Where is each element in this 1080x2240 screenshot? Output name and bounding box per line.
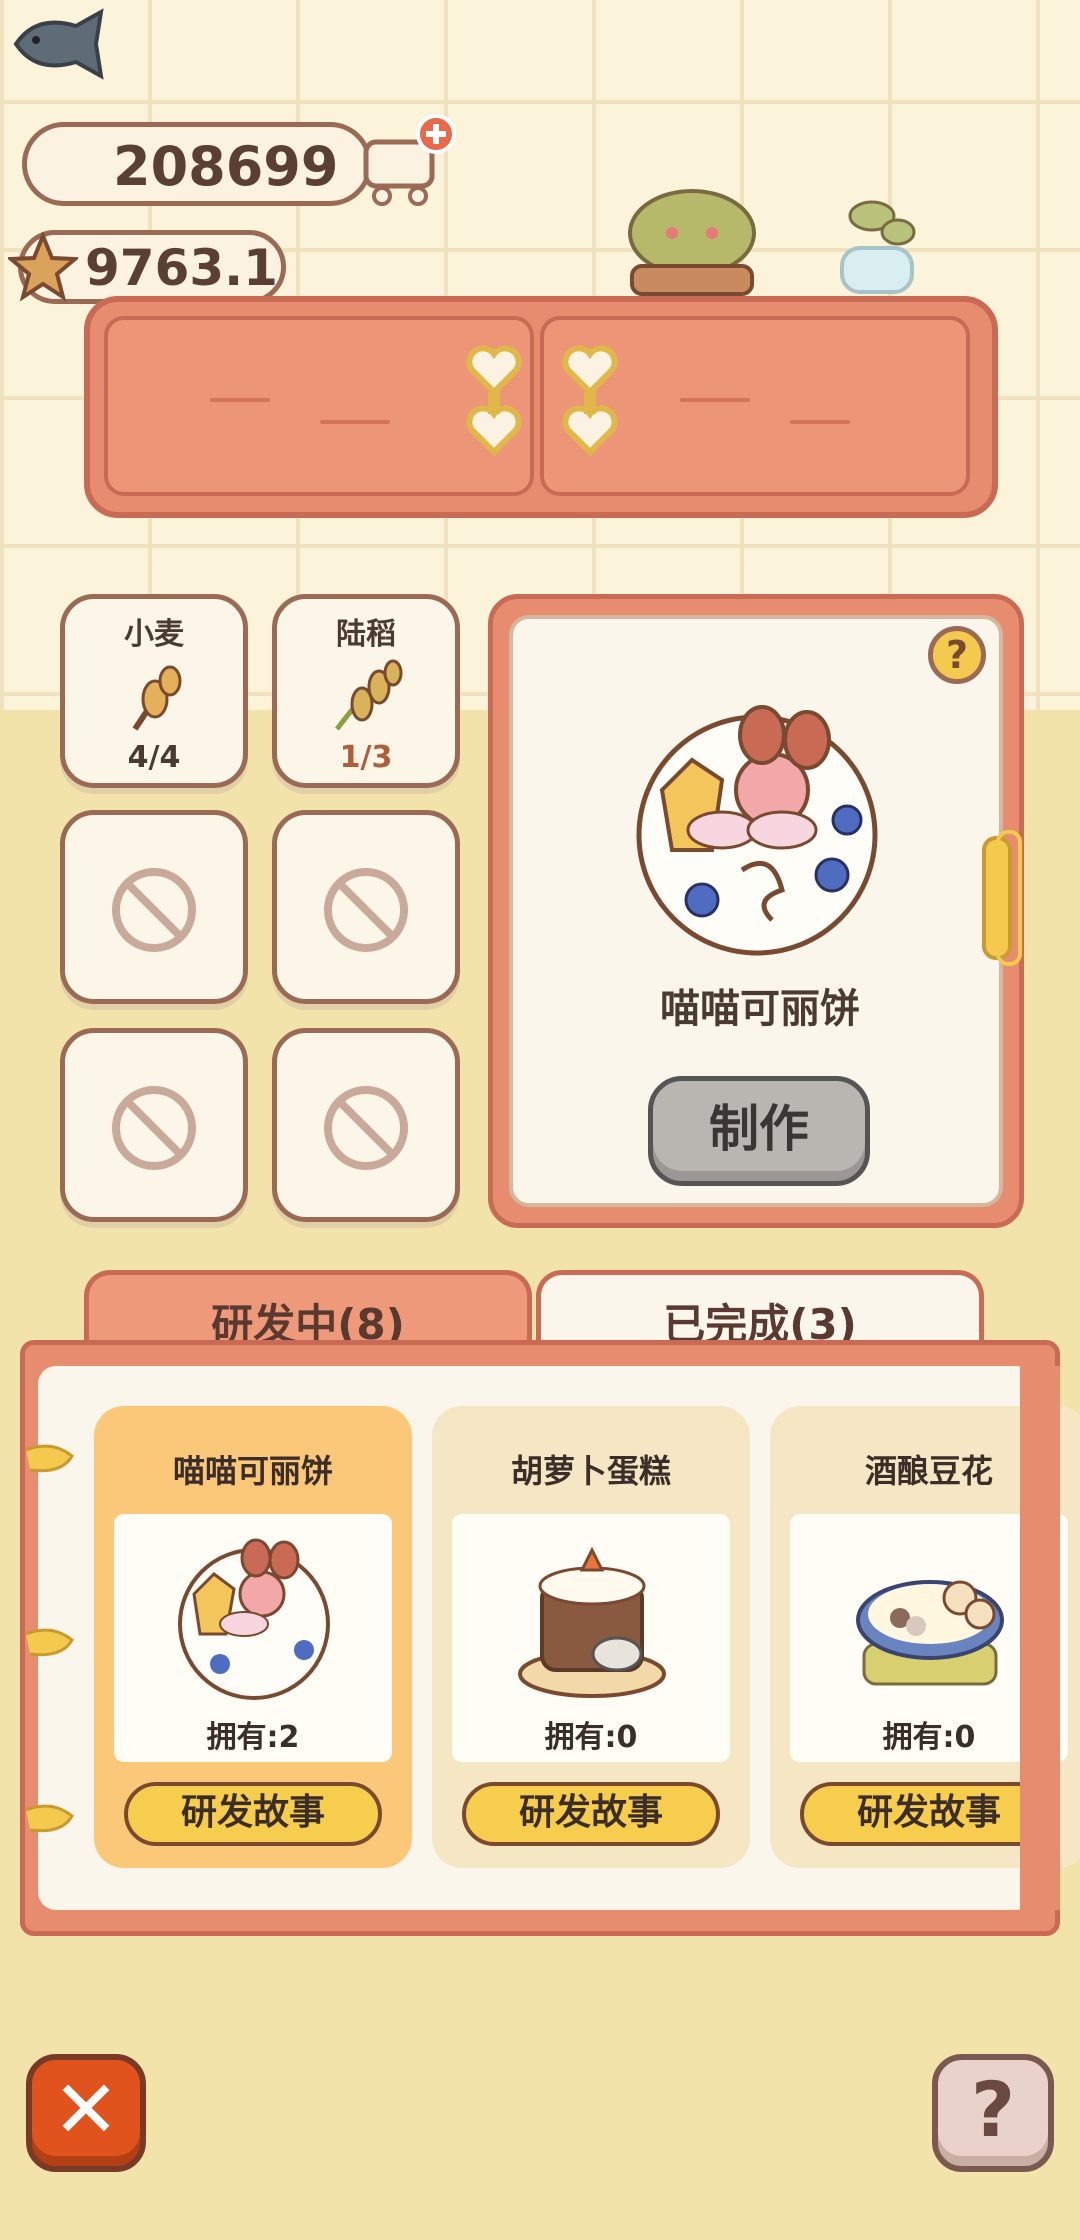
binder-ring-icon bbox=[25, 1444, 74, 1473]
blocked-icon bbox=[324, 868, 408, 952]
story-button[interactable]: 研发故事 bbox=[124, 1782, 382, 1846]
locked-slot bbox=[272, 1028, 460, 1222]
ingredient-count: 1/3 bbox=[339, 740, 393, 775]
owned-count: 拥有:2 bbox=[206, 1720, 300, 1755]
recipe-name: 胡萝卜蛋糕 bbox=[510, 1452, 671, 1490]
heart-handle-left-icon bbox=[466, 345, 522, 457]
ingredient-name: 小麦 bbox=[124, 617, 184, 652]
recipe-help-button[interactable]: ? bbox=[928, 626, 986, 684]
fish-currency: 208699 bbox=[22, 122, 372, 206]
fish-icon bbox=[13, 8, 104, 80]
heart-handle-right-icon bbox=[562, 345, 618, 457]
tofu-pudding-icon bbox=[856, 1580, 1004, 1686]
recipe-card-carrot-cake[interactable]: 胡萝卜蛋糕 拥有:0 研发故事 bbox=[432, 1406, 750, 1868]
ingredient-slot-wheat[interactable]: 小麦 4/4 bbox=[60, 594, 248, 788]
crepe-plate-icon bbox=[636, 705, 878, 956]
blocked-icon bbox=[324, 1086, 408, 1170]
make-button[interactable]: 制作 bbox=[648, 1076, 870, 1186]
help-button[interactable]: ? bbox=[932, 2054, 1054, 2172]
close-button[interactable]: ✕ bbox=[26, 2054, 146, 2172]
fish-amount: 208699 bbox=[113, 135, 339, 198]
recipe-name: 喵喵可丽饼 bbox=[172, 1452, 333, 1490]
add-currency-cart-icon[interactable] bbox=[352, 112, 462, 212]
carrot-cake-icon bbox=[518, 1546, 666, 1698]
locked-slot bbox=[272, 810, 460, 1004]
star-amount: 9763.1 bbox=[85, 239, 278, 297]
recipe-title: 喵喵可丽饼 bbox=[660, 986, 860, 1032]
crepe-plate-icon bbox=[178, 1538, 330, 1700]
blocked-icon bbox=[112, 1086, 196, 1170]
story-button[interactable]: 研发故事 bbox=[462, 1782, 720, 1846]
recipe-card-crepe[interactable]: 喵喵可丽饼 拥有:2 研发故事 bbox=[94, 1406, 412, 1868]
rice-icon bbox=[335, 659, 403, 731]
ingredient-name: 陆稻 bbox=[336, 617, 396, 652]
locked-slot bbox=[60, 1028, 248, 1222]
plant-vase bbox=[840, 200, 916, 294]
card-clip-icon bbox=[982, 830, 1022, 966]
owned-count: 拥有:0 bbox=[544, 1720, 638, 1755]
binder-ring-icon bbox=[25, 1628, 74, 1657]
notebook-edge bbox=[1020, 1366, 1060, 1910]
blocked-icon bbox=[112, 868, 196, 952]
binder-ring-icon bbox=[25, 1804, 74, 1833]
ingredient-slot-rice[interactable]: 陆稻 1/3 bbox=[272, 594, 460, 788]
ingredient-count: 4/4 bbox=[127, 740, 181, 775]
potted-plant bbox=[628, 189, 756, 296]
star-icon bbox=[8, 232, 78, 302]
wheat-icon bbox=[132, 665, 182, 731]
kitchen-cabinet bbox=[84, 296, 998, 518]
locked-slot bbox=[60, 810, 248, 1004]
